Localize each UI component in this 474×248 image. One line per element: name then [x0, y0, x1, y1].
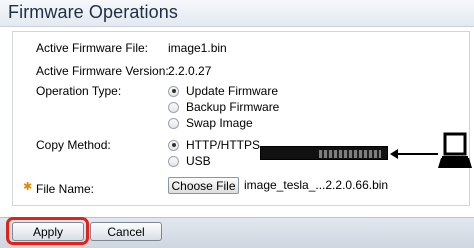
- operation-type-label: Operation Type:: [36, 84, 122, 98]
- choose-file-button[interactable]: Choose File: [168, 177, 239, 194]
- cancel-button[interactable]: Cancel: [90, 222, 162, 241]
- active-firmware-version-label: Active Firmware Version:: [36, 64, 169, 78]
- arrow-head: [390, 149, 398, 159]
- switch-ports: [319, 150, 381, 158]
- radio-http-https[interactable]: HTTP/HTTPS: [168, 138, 260, 152]
- arrow-left-icon: [392, 153, 438, 155]
- laptop-icon: [438, 132, 472, 168]
- radio-button[interactable]: [168, 101, 179, 113]
- title-bar: Firmware Operations: [0, 0, 474, 27]
- asterisk-icon: ✱: [23, 181, 33, 193]
- radio-button[interactable]: [168, 155, 179, 167]
- active-firmware-file-label: Active Firmware File:: [36, 41, 149, 55]
- active-firmware-version-value: 2.2.0.27: [168, 64, 212, 78]
- network-switch-icon: [260, 146, 388, 160]
- radio-update-firmware[interactable]: Update Firmware: [168, 84, 278, 98]
- radio-usb[interactable]: USB: [168, 154, 211, 168]
- radio-label: Update Firmware: [186, 84, 279, 98]
- radio-button-selected[interactable]: [168, 85, 179, 97]
- file-name-label: File Name:: [36, 182, 95, 196]
- radio-label: Swap Image: [186, 116, 253, 130]
- radio-button-selected[interactable]: [168, 139, 179, 151]
- radio-label: Backup Firmware: [186, 100, 280, 114]
- copy-method-label: Copy Method:: [36, 138, 111, 152]
- radio-backup-firmware[interactable]: Backup Firmware: [168, 100, 279, 114]
- radio-label: USB: [186, 154, 211, 168]
- radio-swap-image[interactable]: Swap Image: [168, 116, 253, 130]
- selected-file-name: image_tesla_...2.2.0.66.bin: [244, 178, 389, 192]
- radio-button[interactable]: [168, 117, 179, 129]
- page-title: Firmware Operations: [8, 2, 178, 22]
- active-firmware-file-value: image1.bin: [168, 41, 227, 55]
- apply-button[interactable]: Apply: [12, 222, 84, 241]
- radio-label: HTTP/HTTPS: [186, 138, 260, 152]
